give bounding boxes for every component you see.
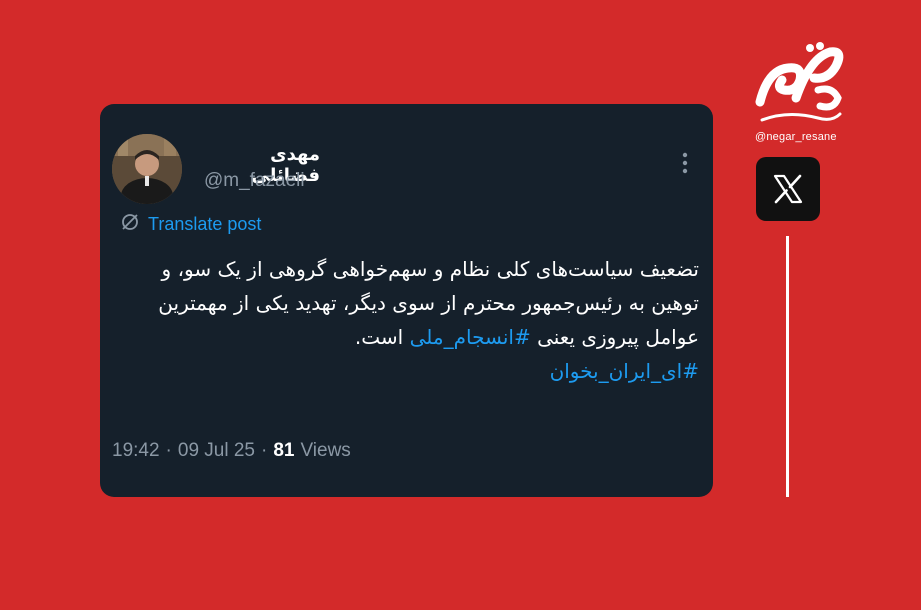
views-label[interactable]: Views [300, 440, 350, 462]
tweet-date[interactable]: 09 Jul 25 [178, 440, 255, 462]
translate-post-link[interactable]: Translate post [120, 212, 261, 236]
hashtag-link[interactable]: #ای_ایران_بخوان [550, 359, 699, 383]
translate-post-label: Translate post [148, 213, 262, 234]
tweet-meta: 19:42 · 09 Jul 25 · 81 Views [112, 440, 351, 462]
brand-handle[interactable]: @negar_resane [755, 131, 837, 143]
hashtag-link[interactable]: #انسجام_ملی [410, 325, 531, 349]
avatar[interactable] [112, 134, 182, 204]
tweet-line-3-suffix: است. [354, 325, 410, 349]
tweet-time[interactable]: 19:42 [112, 440, 160, 462]
meta-separator: · [165, 440, 172, 461]
translate-icon [120, 212, 140, 236]
tweet-card: مهدی فضائلی @m_fazaeli Translate post تض… [100, 104, 713, 497]
views-count[interactable]: 81 [273, 440, 294, 462]
divider-line [786, 236, 789, 497]
tweet-line-3-prefix: عوامل پیروزی یعنی [530, 325, 699, 349]
tweet-line-1: تضعیف سیاست‌های کلی نظام و سهم‌خواهی گرو… [161, 257, 699, 281]
more-vertical-icon[interactable] [678, 150, 692, 178]
tweet-text: تضعیف سیاست‌های کلی نظام و سهم‌خواهی گرو… [109, 252, 699, 388]
brand-logo [748, 40, 848, 144]
tweet-line-2: توهین به رئیس‌جمهور محترم از سوی دیگر، ت… [158, 291, 699, 315]
meta-separator: · [261, 440, 268, 461]
x-logo-icon[interactable] [756, 157, 820, 221]
tweet-line-3: عوامل پیروزی یعنی #انسجام_ملی است. [109, 320, 699, 354]
author-handle[interactable]: @m_fazaeli [204, 170, 305, 192]
